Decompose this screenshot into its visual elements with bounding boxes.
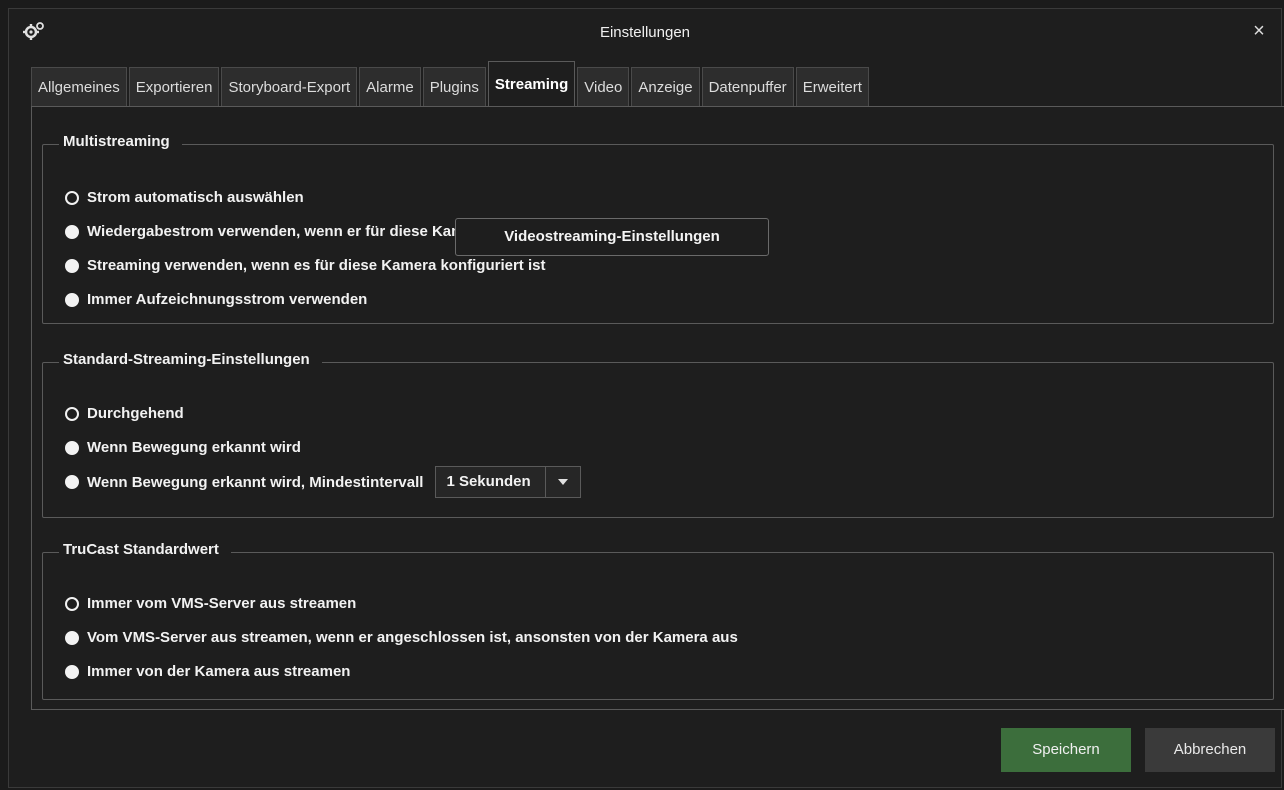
radio-button[interactable] — [65, 440, 79, 455]
option-label: Immer vom VMS-Server aus streamen — [87, 595, 357, 612]
multistreaming-option-recording[interactable]: Immer Aufzeichnungsstrom verwenden — [65, 291, 367, 308]
save-button[interactable]: Speichern — [1001, 728, 1131, 772]
radio-button[interactable] — [65, 224, 79, 239]
streaming-tab-panel: Multistreaming Strom automatisch auswähl… — [31, 106, 1284, 710]
tab-allgemeines[interactable]: Allgemeines — [31, 67, 127, 107]
tab-datenpuffer[interactable]: Datenpuffer — [701, 67, 794, 107]
tab-anzeige[interactable]: Anzeige — [631, 67, 700, 107]
tooltip: Videostreaming-Einstellungen — [455, 218, 769, 256]
radio-button[interactable] — [65, 292, 79, 307]
standard-option-motion-interval[interactable]: Wenn Bewegung erkannt wird, Mindestinter… — [65, 466, 581, 498]
trucast-option-vms-always[interactable]: Immer vom VMS-Server aus streamen — [65, 595, 356, 612]
trucast-option-vms-connected[interactable]: Vom VMS-Server aus streamen, wenn er ang… — [65, 629, 738, 646]
tab-exportieren[interactable]: Exportieren — [128, 67, 220, 107]
trucast-legend: TruCast Standardwert — [59, 541, 231, 558]
option-label: Immer Aufzeichnungsstrom verwenden — [87, 291, 368, 308]
trucast-option-camera-always[interactable]: Immer von der Kamera aus streamen — [65, 663, 350, 680]
gear-icon — [23, 21, 45, 41]
tab-erweitert[interactable]: Erweitert — [795, 67, 869, 107]
tab-storyboard-export[interactable]: Storyboard-Export — [221, 67, 358, 107]
standard-option-continuous[interactable]: Durchgehend — [65, 405, 184, 422]
option-label: Wenn Bewegung erkannt wird, Mindestinter… — [87, 473, 424, 491]
radio-button[interactable] — [65, 258, 79, 273]
radio-button[interactable] — [65, 406, 79, 421]
radio-button[interactable] — [65, 630, 79, 645]
settings-dialog: Einstellungen × Allgemeines Exportieren … — [8, 8, 1284, 788]
multistreaming-option-auto[interactable]: Strom automatisch auswählen — [65, 189, 304, 206]
standard-streaming-legend: Standard-Streaming-Einstellungen — [59, 351, 322, 368]
chevron-down-icon[interactable] — [544, 467, 580, 497]
cancel-button[interactable]: Abbrechen — [1145, 728, 1275, 772]
option-label: Durchgehend — [87, 405, 184, 422]
interval-select-value: 1 Sekunden — [446, 473, 531, 490]
standard-streaming-group: Standard-Streaming-Einstellungen Durchge… — [42, 351, 1274, 518]
tab-alarme[interactable]: Alarme — [359, 67, 421, 107]
tab-video[interactable]: Video — [577, 67, 630, 107]
title-bar: Einstellungen × — [9, 9, 1281, 55]
trucast-group: TruCast Standardwert Immer vom VMS-Serve… — [42, 541, 1274, 700]
radio-button[interactable] — [65, 664, 79, 679]
radio-button[interactable] — [65, 190, 79, 205]
radio-button[interactable] — [65, 475, 79, 489]
tab-streaming[interactable]: Streaming — [487, 61, 576, 107]
option-label: Immer von der Kamera aus streamen — [87, 663, 351, 680]
radio-button[interactable] — [65, 596, 79, 611]
option-label: Wenn Bewegung erkannt wird — [87, 439, 301, 456]
close-icon[interactable]: × — [1247, 19, 1271, 43]
option-label: Vom VMS-Server aus streamen, wenn er ang… — [87, 629, 738, 646]
tab-plugins[interactable]: Plugins — [422, 67, 486, 107]
standard-option-motion[interactable]: Wenn Bewegung erkannt wird — [65, 439, 301, 456]
tab-bar: Allgemeines Exportieren Storyboard-Expor… — [31, 59, 871, 107]
dialog-title: Einstellungen — [599, 23, 691, 41]
multistreaming-option-streaming[interactable]: Streaming verwenden, wenn es für diese K… — [65, 257, 545, 274]
interval-select[interactable]: 1 Sekunden — [435, 466, 581, 498]
option-label: Streaming verwenden, wenn es für diese K… — [87, 257, 546, 274]
multistreaming-legend: Multistreaming — [59, 133, 182, 150]
option-label: Strom automatisch auswählen — [87, 189, 304, 206]
